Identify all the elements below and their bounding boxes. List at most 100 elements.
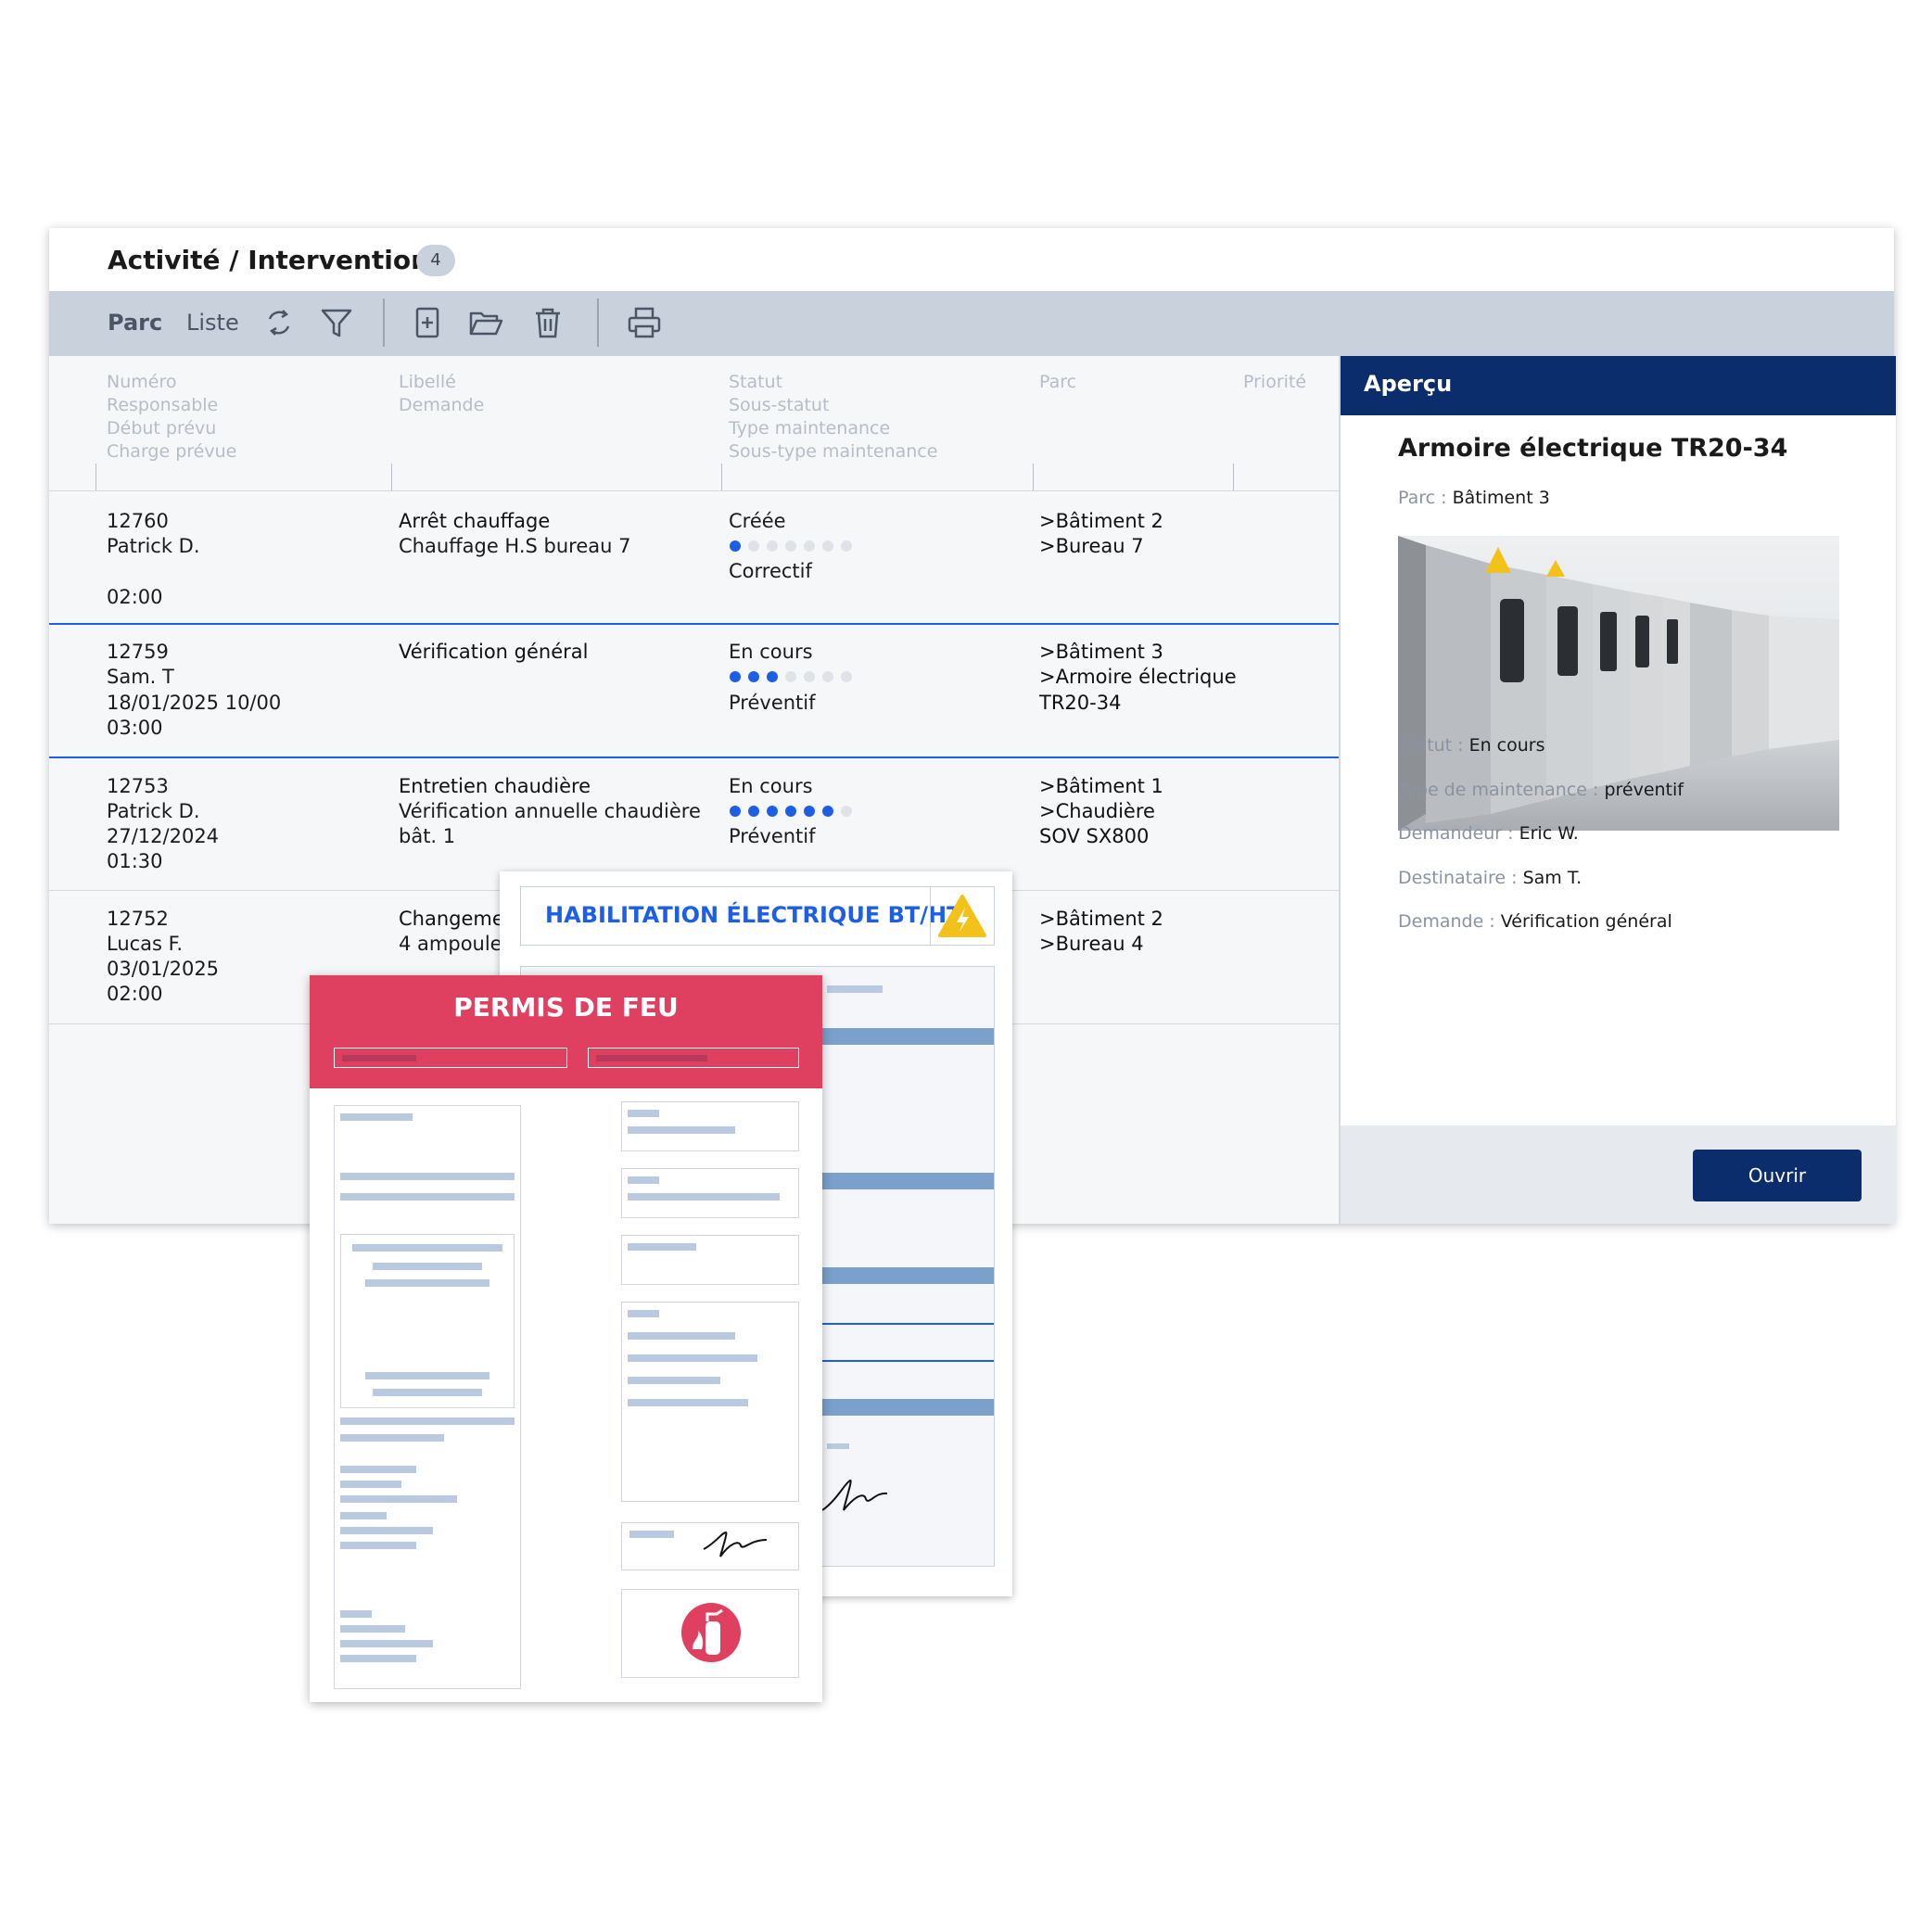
row-parc: >Bâtiment 2 — [1039, 510, 1163, 532]
table-row[interactable]: 12760 Patrick D. 02:00 Arrêt chauffage C… — [49, 492, 1339, 622]
column-divider[interactable] — [1233, 464, 1234, 491]
filter-icon[interactable] — [318, 304, 355, 341]
row-responsable: Patrick D. — [107, 535, 200, 557]
preview-type-value: préventif — [1604, 780, 1684, 800]
row-responsable: Patrick D. — [107, 800, 200, 822]
add-icon[interactable] — [409, 304, 446, 341]
column-header-libelle[interactable]: Libellé Demande — [399, 371, 484, 417]
row-charge: 02:00 — [107, 586, 163, 608]
progress-dot-empty — [785, 671, 796, 682]
progress-dot-empty — [748, 540, 759, 552]
column-divider[interactable] — [391, 464, 392, 491]
preview-destinataire-label: Destinataire : — [1398, 868, 1518, 888]
tab-parc[interactable]: Parc — [108, 310, 162, 336]
toolbar-divider — [383, 299, 385, 347]
preview-statut-label: Statut : — [1398, 735, 1464, 756]
row-parc-sub2: TR20-34 — [1039, 692, 1122, 714]
progress-dot-empty — [767, 540, 778, 552]
row-statut: En cours — [729, 775, 813, 797]
row-demande: 4 ampoule — [399, 933, 502, 955]
progress-dots — [730, 806, 852, 817]
column-divider[interactable] — [721, 464, 722, 491]
progress-dot-empty — [822, 671, 833, 682]
row-debut: 03/01/2025 — [107, 958, 220, 980]
preview-parc-value: Bâtiment 3 — [1452, 488, 1550, 508]
preview-demandeur: Demandeur : Eric W. — [1398, 823, 1579, 844]
page-title: Activité / Interventions — [108, 245, 445, 275]
fire-permit-header: PERMIS DE FEU — [310, 975, 822, 1088]
row-charge: 02:00 — [107, 983, 163, 1005]
fire-field — [588, 1048, 799, 1068]
fire-form-box — [621, 1101, 799, 1151]
progress-dot-empty — [841, 540, 852, 552]
open-button[interactable]: Ouvrir — [1693, 1150, 1862, 1201]
count-badge: 4 — [416, 245, 455, 276]
preview-destinataire-value: Sam T. — [1522, 868, 1582, 888]
column-header-priorite[interactable]: Priorité — [1243, 371, 1306, 394]
fire-form-inner — [340, 1234, 515, 1408]
preview-demande: Demande : Vérification général — [1398, 911, 1672, 932]
preview-title: Armoire électrique TR20-34 — [1398, 434, 1788, 463]
table-row-selected[interactable]: 12759 Sam. T 18/01/2025 10/00 03:00 Véri… — [49, 625, 1339, 755]
fire-permit-document: PERMIS DE FEU — [310, 975, 822, 1702]
column-header-numero[interactable]: Numéro Responsable Début prévu Charge pr… — [107, 371, 236, 464]
column-divider[interactable] — [95, 464, 96, 491]
table-row[interactable]: 12753 Patrick D. 27/12/2024 01:30 Entret… — [49, 758, 1339, 888]
row-debut: 18/01/2025 10/00 — [107, 692, 282, 714]
toolbar: Parc Liste — [49, 291, 1894, 356]
preview-demandeur-value: Eric W. — [1519, 823, 1579, 844]
column-divider[interactable] — [1033, 464, 1034, 491]
title-bar: Activité / Interventions 4 — [49, 228, 1894, 291]
open-folder-icon[interactable] — [467, 304, 504, 341]
row-demande: Chauffage H.S bureau 7 — [399, 535, 631, 557]
column-header-statut[interactable]: Statut Sous-statut Type maintenance Sous… — [729, 371, 937, 464]
preview-parc: Parc : Bâtiment 3 — [1398, 488, 1550, 508]
row-numero: 12752 — [107, 908, 169, 930]
progress-dot-filled — [804, 806, 815, 817]
row-numero: 12760 — [107, 510, 169, 532]
high-voltage-warning-icon — [938, 895, 986, 937]
row-type: Préventif — [729, 692, 816, 714]
column-header-parc[interactable]: Parc — [1039, 371, 1076, 394]
preview-demande-value: Vérification général — [1500, 911, 1672, 932]
preview-parc-label: Parc : — [1398, 488, 1447, 508]
row-statut: En cours — [729, 641, 813, 663]
progress-dot-filled — [730, 540, 741, 552]
progress-dot-filled — [822, 806, 833, 817]
fire-form-column — [334, 1105, 521, 1689]
progress-dots — [730, 671, 852, 682]
row-parc-sub2: SOV SX800 — [1039, 825, 1150, 847]
row-numero: 12759 — [107, 641, 169, 663]
row-parc: >Bâtiment 1 — [1039, 775, 1163, 797]
tab-liste[interactable]: Liste — [186, 310, 239, 336]
progress-dot-empty — [785, 540, 796, 552]
refresh-icon[interactable] — [261, 304, 298, 341]
row-parc-sub: >Chaudière — [1039, 800, 1155, 822]
row-statut: Créée — [729, 510, 786, 532]
trash-icon[interactable] — [529, 304, 566, 341]
fire-form-box — [621, 1235, 799, 1285]
preview-type-label: Type de maintenance : — [1398, 780, 1599, 800]
fire-signature-box — [621, 1522, 799, 1570]
progress-dot-empty — [804, 540, 815, 552]
progress-dot-empty — [822, 540, 833, 552]
signature-icon — [821, 1479, 888, 1511]
preview-header: Aperçu — [1341, 356, 1896, 415]
fire-extinguisher-box — [621, 1589, 799, 1678]
toolbar-divider — [597, 299, 599, 347]
preview-panel: Aperçu Armoire électrique TR20-34 Parc :… — [1339, 356, 1896, 1224]
progress-dots — [730, 540, 852, 552]
row-libelle: Changeme — [399, 908, 504, 930]
row-parc-sub: >Bureau 7 — [1039, 535, 1144, 557]
row-charge: 01:30 — [107, 850, 163, 872]
row-responsable: Sam. T — [107, 666, 174, 688]
row-parc: >Bâtiment 2 — [1039, 908, 1163, 930]
row-type: Préventif — [729, 825, 816, 847]
preview-type: Type de maintenance : préventif — [1398, 780, 1684, 800]
preview-demandeur-label: Demandeur : — [1398, 823, 1514, 844]
row-parc-sub: >Armoire électrique — [1039, 666, 1237, 688]
preview-footer: Ouvrir — [1341, 1125, 1896, 1224]
print-icon[interactable] — [626, 304, 663, 341]
row-type: Correctif — [729, 560, 812, 582]
progress-dot-empty — [804, 671, 815, 682]
